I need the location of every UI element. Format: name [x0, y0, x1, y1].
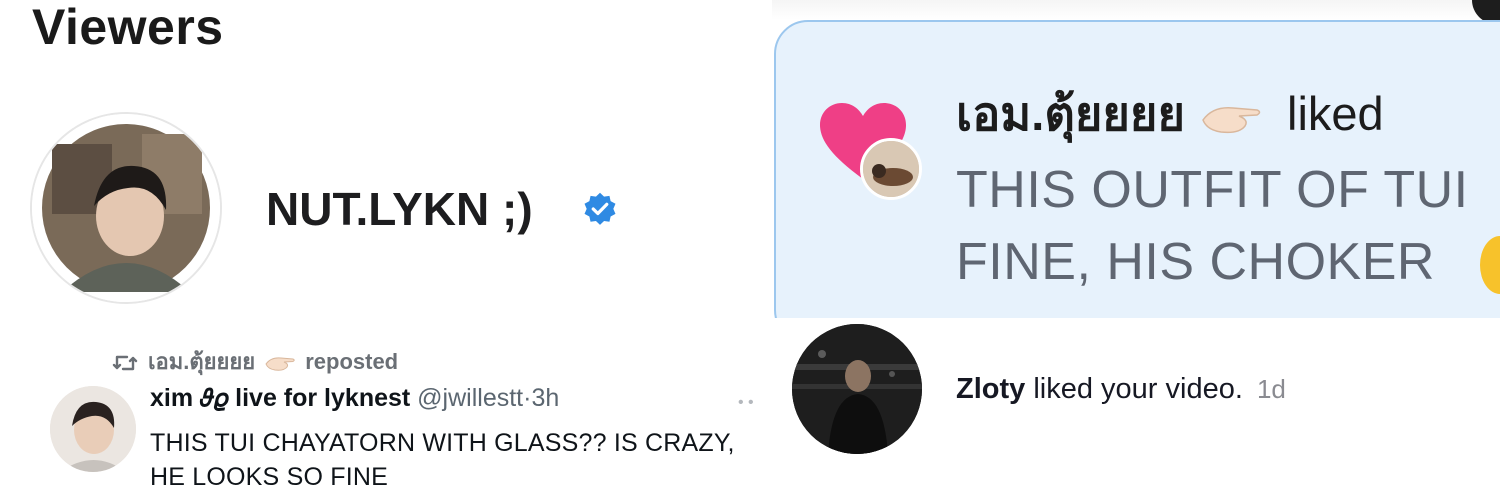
notification-avatar-photo [863, 141, 919, 197]
notification-card-region: เอม.ตุ้ยยยย liked THIS OUTFIT OF TUI FIN… [772, 0, 1500, 318]
notification-username[interactable]: เอม.ตุ้ยยยย [956, 87, 1185, 140]
tweet-header: xim 𝜗𝜚 live for lyknest @jwillestt·3h [150, 384, 559, 413]
zloty-username[interactable]: Zloty [956, 373, 1025, 405]
notification-comment-line1: THIS OUTFIT OF TUI [956, 161, 1469, 219]
notification-comment-line2: FINE, HIS CHOKER [956, 233, 1435, 291]
card-top-strip [772, 0, 1500, 20]
verified-badge-icon [584, 192, 616, 225]
repost-username[interactable]: เอม.ตุ้ยยยย [148, 349, 255, 374]
viewer-avatar[interactable] [32, 114, 220, 302]
zloty-avatar-photo [792, 324, 922, 454]
repost-label: reposted [305, 349, 399, 374]
notification-headline: เอม.ตุ้ยยยย liked [956, 76, 1384, 151]
hand-emoji-icon [1202, 106, 1261, 133]
tweet-display-name[interactable]: xim 𝜗𝜚 live for lyknest [150, 384, 410, 412]
viewers-title: Viewers [32, 0, 224, 55]
tweet-text: THIS TUI CHAYATORN WITH GLASS?? IS CRAZY… [150, 429, 735, 491]
tweet-avatar-photo [50, 386, 136, 472]
repost-row: เอม.ตุ้ยยยย reposted [112, 344, 398, 379]
tweet-time[interactable]: 3h [531, 384, 559, 412]
hand-emoji-icon [265, 357, 295, 371]
notification-action: liked [1287, 87, 1384, 140]
notification-avatar[interactable] [860, 138, 922, 200]
viewer-name[interactable]: NUT.LYKN ;) [266, 182, 533, 236]
viewer-avatar-photo [32, 114, 220, 302]
zloty-notification: Zloty liked your video. 1d [956, 373, 1286, 406]
zloty-time: 1d [1256, 374, 1286, 404]
tweet-avatar[interactable] [50, 386, 136, 472]
tweet-handle[interactable]: @jwillestt [417, 384, 523, 412]
zloty-avatar[interactable] [792, 324, 922, 454]
zloty-action: liked your video. [1033, 373, 1243, 405]
divider-dots: • • [738, 394, 754, 411]
repost-icon [112, 355, 138, 371]
